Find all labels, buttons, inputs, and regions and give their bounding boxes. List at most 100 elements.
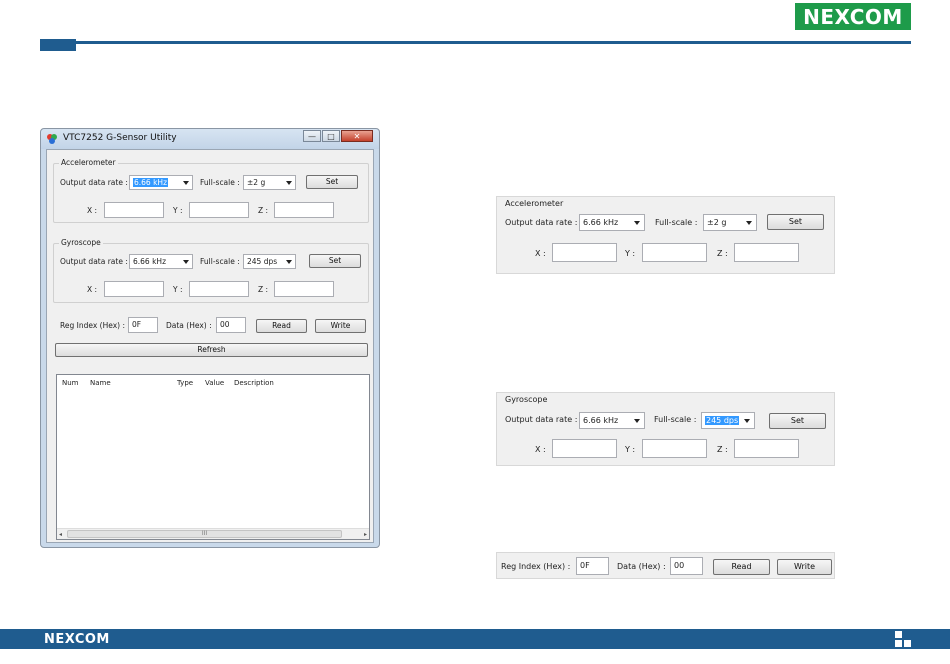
gyro-x-field[interactable] xyxy=(104,281,164,297)
gyro-output-rate-select[interactable]: 6.66 kHz xyxy=(129,254,193,269)
zoom-gyro-x-field[interactable] xyxy=(552,439,617,458)
read-button[interactable]: Read xyxy=(256,319,307,333)
zoom-reg-index-label: Reg Index (Hex) : xyxy=(501,562,571,571)
accel-z-field[interactable] xyxy=(274,202,334,218)
gyro-output-rate-label: Output data rate : xyxy=(60,257,128,266)
chevron-down-icon xyxy=(286,260,292,264)
zoom-gyro-full-scale-value: 245 dps xyxy=(705,416,740,425)
gyro-x-label: X : xyxy=(87,285,98,294)
gyro-full-scale-label: Full-scale : xyxy=(200,257,240,266)
window-titlebar[interactable]: VTC7252 G-Sensor Utility — □ ✕ xyxy=(41,129,379,149)
zoom-write-button[interactable]: Write xyxy=(777,559,832,575)
chevron-down-icon xyxy=(634,221,640,225)
zoom-gyro-set-button[interactable]: Set xyxy=(769,413,826,429)
data-hex-label: Data (Hex) : xyxy=(166,321,212,330)
scroll-left-icon[interactable]: ◂ xyxy=(59,531,62,538)
chevron-down-icon xyxy=(183,260,189,264)
page-footer xyxy=(0,629,950,649)
horizontal-scrollbar[interactable]: ◂ III ▸ xyxy=(57,528,369,539)
chevron-down-icon xyxy=(744,419,750,423)
chevron-down-icon xyxy=(634,419,640,423)
gyro-z-label: Z : xyxy=(258,285,269,294)
scroll-right-icon[interactable]: ▸ xyxy=(364,531,367,538)
window-body: Accelerometer Output data rate : 6.66 kH… xyxy=(46,149,374,543)
column-header-name[interactable]: Name xyxy=(90,379,111,387)
refresh-button[interactable]: Refresh xyxy=(55,343,368,357)
zoom-data-hex-field[interactable]: 00 xyxy=(670,557,703,575)
zoom-accel-y-label: Y : xyxy=(625,249,636,258)
zoom-accelerometer-label: Accelerometer xyxy=(505,199,564,208)
maximize-button[interactable]: □ xyxy=(322,130,340,142)
zoom-read-button[interactable]: Read xyxy=(713,559,770,575)
accel-y-label: Y : xyxy=(173,206,183,215)
zoom-data-hex-label: Data (Hex) : xyxy=(617,562,666,571)
zoom-gyro-output-rate-value: 6.66 kHz xyxy=(583,416,619,425)
close-button[interactable]: ✕ xyxy=(341,130,373,142)
zoom-gyro-output-rate-label: Output data rate : xyxy=(505,415,578,424)
zoom-gyro-full-scale-label: Full-scale : xyxy=(654,415,697,424)
chevron-down-icon xyxy=(183,181,189,185)
column-header-num[interactable]: Num xyxy=(62,379,79,387)
gyro-z-field[interactable] xyxy=(274,281,334,297)
accel-z-label: Z : xyxy=(258,206,269,215)
footer-corner-mark xyxy=(895,631,911,647)
zoom-gyroscope-label: Gyroscope xyxy=(505,395,548,404)
header-rule xyxy=(40,41,911,44)
zoom-accel-output-rate-value: 6.66 kHz xyxy=(583,218,619,227)
zoom-gyro-x-label: X : xyxy=(535,445,546,454)
accelerometer-zoom-panel: Accelerometer Output data rate : 6.66 kH… xyxy=(496,196,835,274)
write-button[interactable]: Write xyxy=(315,319,366,333)
column-header-type[interactable]: Type xyxy=(177,379,193,387)
column-header-description[interactable]: Description xyxy=(234,379,274,387)
gyro-y-field[interactable] xyxy=(189,281,249,297)
accel-full-scale-label: Full-scale : xyxy=(200,178,240,187)
zoom-accel-y-field[interactable] xyxy=(642,243,707,262)
zoom-gyro-output-rate-select[interactable]: 6.66 kHz xyxy=(579,412,645,429)
gyro-full-scale-select[interactable]: 245 dps xyxy=(243,254,296,269)
gyro-full-scale-value: 245 dps xyxy=(247,257,278,266)
column-header-value[interactable]: Value xyxy=(205,379,224,387)
zoom-gyro-y-field[interactable] xyxy=(642,439,707,458)
footer-nexcom-logo: NEXCOM xyxy=(44,632,110,647)
accel-set-button[interactable]: Set xyxy=(306,175,358,189)
register-table[interactable]: Num Name Type Value Description ◂ III ▸ xyxy=(56,374,370,540)
zoom-accel-x-field[interactable] xyxy=(552,243,617,262)
zoom-accel-full-scale-select[interactable]: ±2 g xyxy=(703,214,757,231)
chevron-down-icon xyxy=(746,221,752,225)
app-icon xyxy=(47,134,57,144)
zoom-accel-set-button[interactable]: Set xyxy=(767,214,824,230)
data-hex-field[interactable]: 00 xyxy=(216,317,246,333)
zoom-accel-full-scale-value: ±2 g xyxy=(707,218,727,227)
gyroscope-zoom-panel: Gyroscope Output data rate : 6.66 kHz Fu… xyxy=(496,392,835,466)
accel-output-rate-label: Output data rate : xyxy=(60,178,128,187)
zoom-gyro-z-label: Z : xyxy=(717,445,728,454)
accel-full-scale-value: ±2 g xyxy=(247,178,266,187)
gyroscope-group-label: Gyroscope xyxy=(59,238,103,247)
zoom-gyro-y-label: Y : xyxy=(625,445,636,454)
register-zoom-panel: Reg Index (Hex) : 0F Data (Hex) : 00 Rea… xyxy=(496,552,835,579)
scroll-thumb[interactable]: III xyxy=(67,530,342,538)
gyro-output-rate-value: 6.66 kHz xyxy=(133,257,167,266)
zoom-accel-x-label: X : xyxy=(535,249,546,258)
app-window: VTC7252 G-Sensor Utility — □ ✕ Accelerom… xyxy=(40,128,380,548)
chevron-down-icon xyxy=(286,181,292,185)
accel-output-rate-select[interactable]: 6.66 kHz xyxy=(129,175,193,190)
accel-y-field[interactable] xyxy=(189,202,249,218)
minimize-button[interactable]: — xyxy=(303,130,321,142)
zoom-accel-z-label: Z : xyxy=(717,249,728,258)
zoom-accel-z-field[interactable] xyxy=(734,243,799,262)
reg-index-label: Reg Index (Hex) : xyxy=(60,321,125,330)
accel-x-label: X : xyxy=(87,206,98,215)
zoom-reg-index-field[interactable]: 0F xyxy=(576,557,609,575)
zoom-gyro-z-field[interactable] xyxy=(734,439,799,458)
zoom-accel-full-scale-label: Full-scale : xyxy=(655,218,698,227)
zoom-accel-output-rate-select[interactable]: 6.66 kHz xyxy=(579,214,645,231)
accel-output-rate-value: 6.66 kHz xyxy=(133,178,169,187)
gyro-set-button[interactable]: Set xyxy=(309,254,361,268)
gyro-y-label: Y : xyxy=(173,285,183,294)
zoom-gyro-full-scale-select[interactable]: 245 dps xyxy=(701,412,755,429)
accel-x-field[interactable] xyxy=(104,202,164,218)
accel-full-scale-select[interactable]: ±2 g xyxy=(243,175,296,190)
zoom-accel-output-rate-label: Output data rate : xyxy=(505,218,578,227)
reg-index-field[interactable]: 0F xyxy=(128,317,158,333)
